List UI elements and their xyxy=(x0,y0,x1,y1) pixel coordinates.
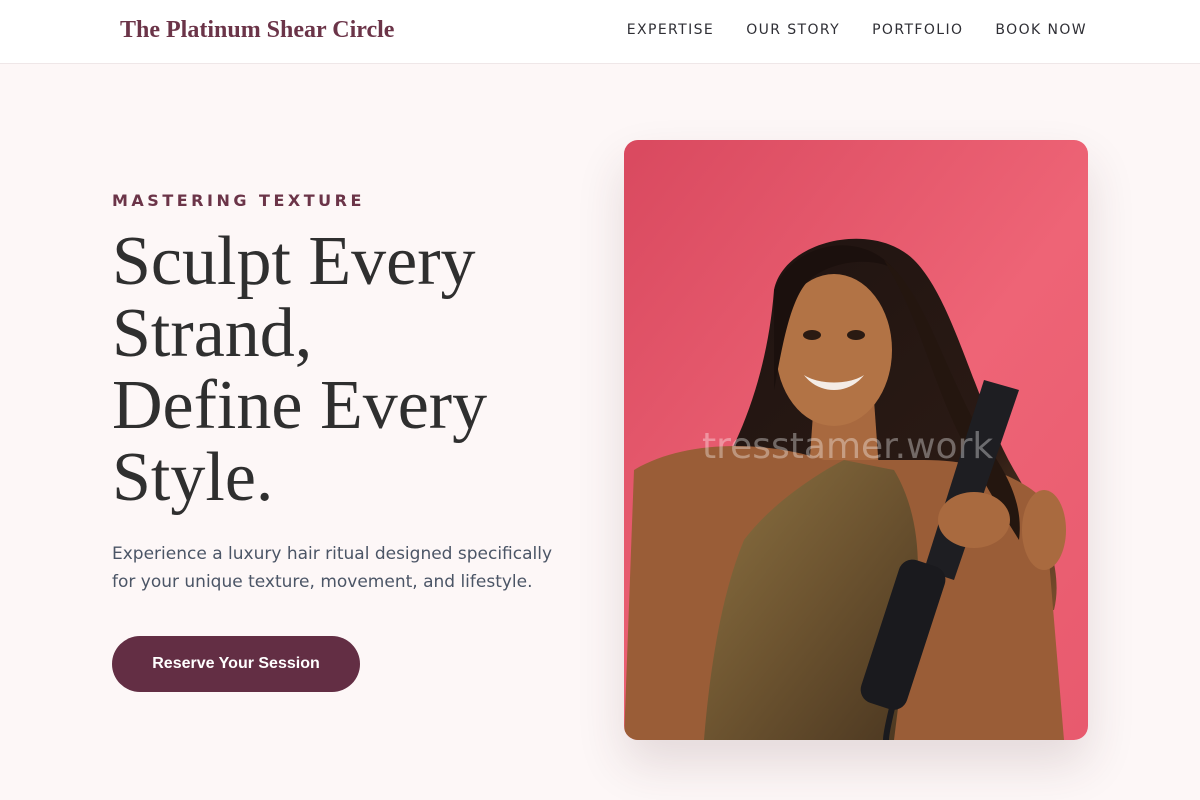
hero-eyebrow: MASTERING TEXTURE xyxy=(112,191,365,210)
reserve-session-button[interactable]: Reserve Your Session xyxy=(112,636,360,692)
hero-image: tresstamer.work xyxy=(624,140,1088,740)
site-header: The Platinum Shear Circle EXPERTISE OUR … xyxy=(0,0,1200,64)
nav-item-our-story[interactable]: OUR STORY xyxy=(746,22,840,38)
subtext-line: for your unique texture, movement, and l… xyxy=(112,572,533,592)
main-nav: EXPERTISE OUR STORY PORTFOLIO BOOK NOW xyxy=(627,22,1087,38)
hero-headline: Sculpt Every Strand, Define Every Style. xyxy=(112,226,582,514)
nav-item-portfolio[interactable]: PORTFOLIO xyxy=(872,22,963,38)
headline-line: Sculpt Every xyxy=(112,223,476,300)
nav-item-book-now[interactable]: BOOK NOW xyxy=(995,22,1087,38)
headline-line: Strand, xyxy=(112,295,313,372)
brand-logo[interactable]: The Platinum Shear Circle xyxy=(120,17,394,44)
headline-line: Style. xyxy=(112,439,274,516)
hero-subtext: Experience a luxury hair ritual designed… xyxy=(112,540,572,596)
subtext-line: Experience a luxury hair ritual designed… xyxy=(112,544,553,564)
nav-item-expertise[interactable]: EXPERTISE xyxy=(627,22,714,38)
image-watermark: tresstamer.work xyxy=(702,426,994,467)
headline-line: Define Every xyxy=(112,367,488,444)
